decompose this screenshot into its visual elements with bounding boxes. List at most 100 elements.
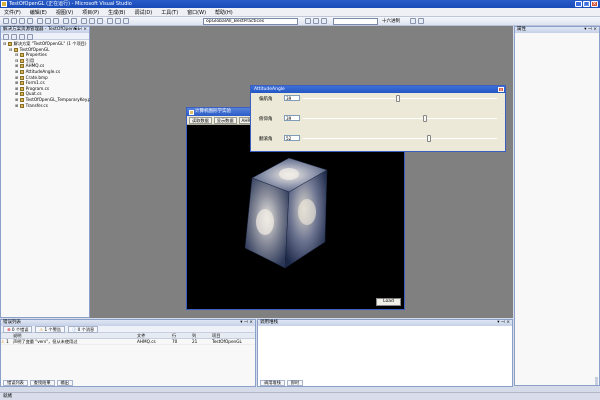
attitude-angle-dialog[interactable]: AttitudeAngle × 偏航角 39 俯仰角 39 翻滚角 52 — [250, 85, 506, 152]
warnings-filter-label: 1 个警告 — [44, 326, 62, 332]
col-index[interactable] — [1, 333, 13, 338]
open-icon[interactable] — [11, 18, 17, 24]
angle-slider-thumb[interactable] — [396, 95, 401, 102]
row-line: 70 — [172, 339, 178, 344]
tab-immediate[interactable]: 即时 — [286, 379, 304, 387]
col-description[interactable]: 说明 — [13, 333, 137, 338]
file-icon — [19, 97, 24, 102]
angle-slider-track[interactable] — [303, 118, 497, 119]
status-bar: 就绪 — [0, 392, 600, 400]
show-data-button[interactable]: 显示数据 — [213, 116, 237, 124]
warnings-filter[interactable]: ⚠ 1 个警告 — [35, 325, 66, 333]
error-list-pin-close-icons[interactable]: ▾ ⊣ × — [240, 320, 253, 326]
solution-explorer-icon[interactable] — [313, 18, 319, 24]
menu-project[interactable]: 项目(P) — [82, 9, 99, 16]
undo-icon[interactable] — [63, 18, 69, 24]
col-line[interactable]: 行 — [172, 333, 192, 338]
toolbar — [0, 17, 600, 26]
menu-help[interactable]: 帮助(H) — [215, 9, 233, 16]
angle-slider-thumb[interactable] — [423, 115, 428, 122]
app-title-text: 计算机图形学实验 — [195, 109, 231, 114]
col-file[interactable]: 文件 — [137, 333, 172, 338]
menu-file[interactable]: 文件(F) — [4, 9, 21, 16]
read-data-button[interactable]: 读取数据 — [189, 116, 212, 124]
solution-tree: ⊟ 解决方案 "TestOfOpenGL" (1 个项目) ⊟ TestOfOpe… — [1, 40, 95, 109]
cube-face-portrait-top — [279, 168, 299, 180]
tab-output[interactable]: 输出 — [56, 379, 73, 387]
angle-value-field[interactable]: 52 — [284, 135, 300, 141]
view-designer-icon[interactable] — [27, 33, 33, 40]
show-all-files-icon[interactable] — [3, 33, 9, 40]
copy-icon[interactable] — [45, 18, 51, 24]
properties-pin-close-icons[interactable]: ▾ ⊣ × — [584, 27, 597, 33]
table-row[interactable]: ⚠ 1 声明了变量 "vers"，但从未使用过 AHMQ.cs 70 21 Te… — [1, 339, 255, 345]
maximize-icon[interactable]: □ — [583, 1, 590, 7]
tree-item-label: 解决方案 "TestOfOpenGL" (1 个项目) — [13, 41, 87, 46]
angle-slider-thumb[interactable] — [427, 135, 432, 142]
error-list-title-text: 错误列表 — [3, 320, 21, 325]
angle-value-field[interactable]: 39 — [284, 115, 300, 121]
step-out-icon[interactable] — [123, 18, 129, 24]
tree-item-label: Crate.bmp — [25, 74, 48, 80]
close-icon[interactable]: × — [591, 1, 598, 7]
tree-item-label: AttitudeAngle.cs — [25, 68, 61, 74]
tree-item-label: Program.cs — [25, 85, 50, 91]
watch-icon[interactable] — [418, 18, 424, 24]
row-index: 1 — [6, 339, 9, 344]
error-filter-tabs: ⊗ 0 个错误 ⚠ 1 个警告 ⓘ 0 个消息 — [1, 325, 255, 333]
properties-icon[interactable] — [321, 18, 327, 24]
menu-window[interactable]: 窗口(W) — [187, 9, 206, 16]
pause-icon[interactable] — [89, 18, 95, 24]
save-all-icon[interactable] — [27, 18, 33, 24]
file-icon — [19, 75, 24, 80]
step-into-icon[interactable] — [107, 18, 113, 24]
tree-item-label: Transfer.cs — [25, 102, 48, 108]
cut-icon[interactable] — [37, 18, 43, 24]
solution-explorer-title-text: 解决方案资源管理器 - TestOfOpenGL — [3, 27, 80, 32]
stop-icon[interactable] — [97, 18, 103, 24]
step-over-icon[interactable] — [115, 18, 121, 24]
menu-tools[interactable]: 工具(T) — [161, 9, 178, 16]
list-item[interactable]: ⊞ Transfer.cs — [1, 103, 89, 109]
new-project-icon[interactable] — [3, 18, 9, 24]
project-icon — [7, 42, 12, 46]
properties-title-text: 属性 — [517, 27, 526, 32]
config-dropdown[interactable]: opGlobalAll_BestPractices — [203, 18, 298, 25]
save-icon[interactable] — [19, 18, 25, 24]
view-code-icon[interactable] — [19, 33, 25, 40]
paste-icon[interactable] — [53, 18, 59, 24]
menu-view[interactable]: 视图(V) — [56, 9, 73, 16]
col-column[interactable]: 列 — [192, 333, 212, 338]
tab-find-results[interactable]: 查找结果 — [29, 379, 55, 387]
angle-value-field[interactable]: 39 — [284, 95, 300, 101]
properties-panel: 属性 ▾ ⊣ × — [514, 26, 600, 386]
redo-icon[interactable] — [71, 18, 77, 24]
angle-slider-track[interactable] — [303, 138, 497, 139]
menu-bar: 文件(F) 编辑(E) 视图(V) 项目(P) 生成(B) 调试(D) 工具(T… — [0, 8, 600, 17]
call-stack-title-text: 调用堆栈 — [260, 320, 278, 325]
find-icon[interactable] — [305, 18, 311, 24]
menu-build[interactable]: 生成(B) — [108, 9, 125, 16]
minimize-icon[interactable]: _ — [575, 1, 582, 7]
cube-face-portrait-left — [256, 209, 274, 235]
start-debug-icon[interactable] — [81, 18, 87, 24]
hex-toggle-label[interactable]: 十六进制 — [382, 18, 400, 25]
col-project[interactable]: 项目 — [212, 333, 252, 338]
tab-error-list[interactable]: 错误列表 — [3, 379, 28, 387]
menu-debug[interactable]: 调试(D) — [134, 9, 152, 16]
tree-item-label: Form1.cs — [25, 80, 45, 86]
properties-scrollbar[interactable] — [595, 377, 598, 385]
tree-item-label: TestOfOpenGL_TemporaryKey.pfx — [25, 96, 95, 102]
attitude-dialog-close-icon[interactable]: × — [498, 87, 504, 92]
refresh-icon[interactable] — [11, 33, 17, 40]
messages-filter[interactable]: ⓘ 0 个消息 — [68, 325, 99, 333]
call-stack-pin-close-icons[interactable]: ▾ ⊣ × — [497, 320, 510, 326]
window-title-bar: TestOfOpenGL (正在运行) - Microsoft Visual S… — [0, 0, 600, 8]
find-input[interactable] — [333, 18, 378, 25]
app-icon — [1, 1, 7, 7]
breakpoints-icon[interactable] — [410, 18, 416, 24]
load-button[interactable]: Load — [376, 298, 401, 306]
errors-filter[interactable]: ⊗ 0 个错误 — [3, 325, 33, 333]
menu-edit[interactable]: 编辑(E) — [30, 9, 47, 16]
tab-call-stack[interactable]: 调用堆栈 — [260, 379, 285, 387]
